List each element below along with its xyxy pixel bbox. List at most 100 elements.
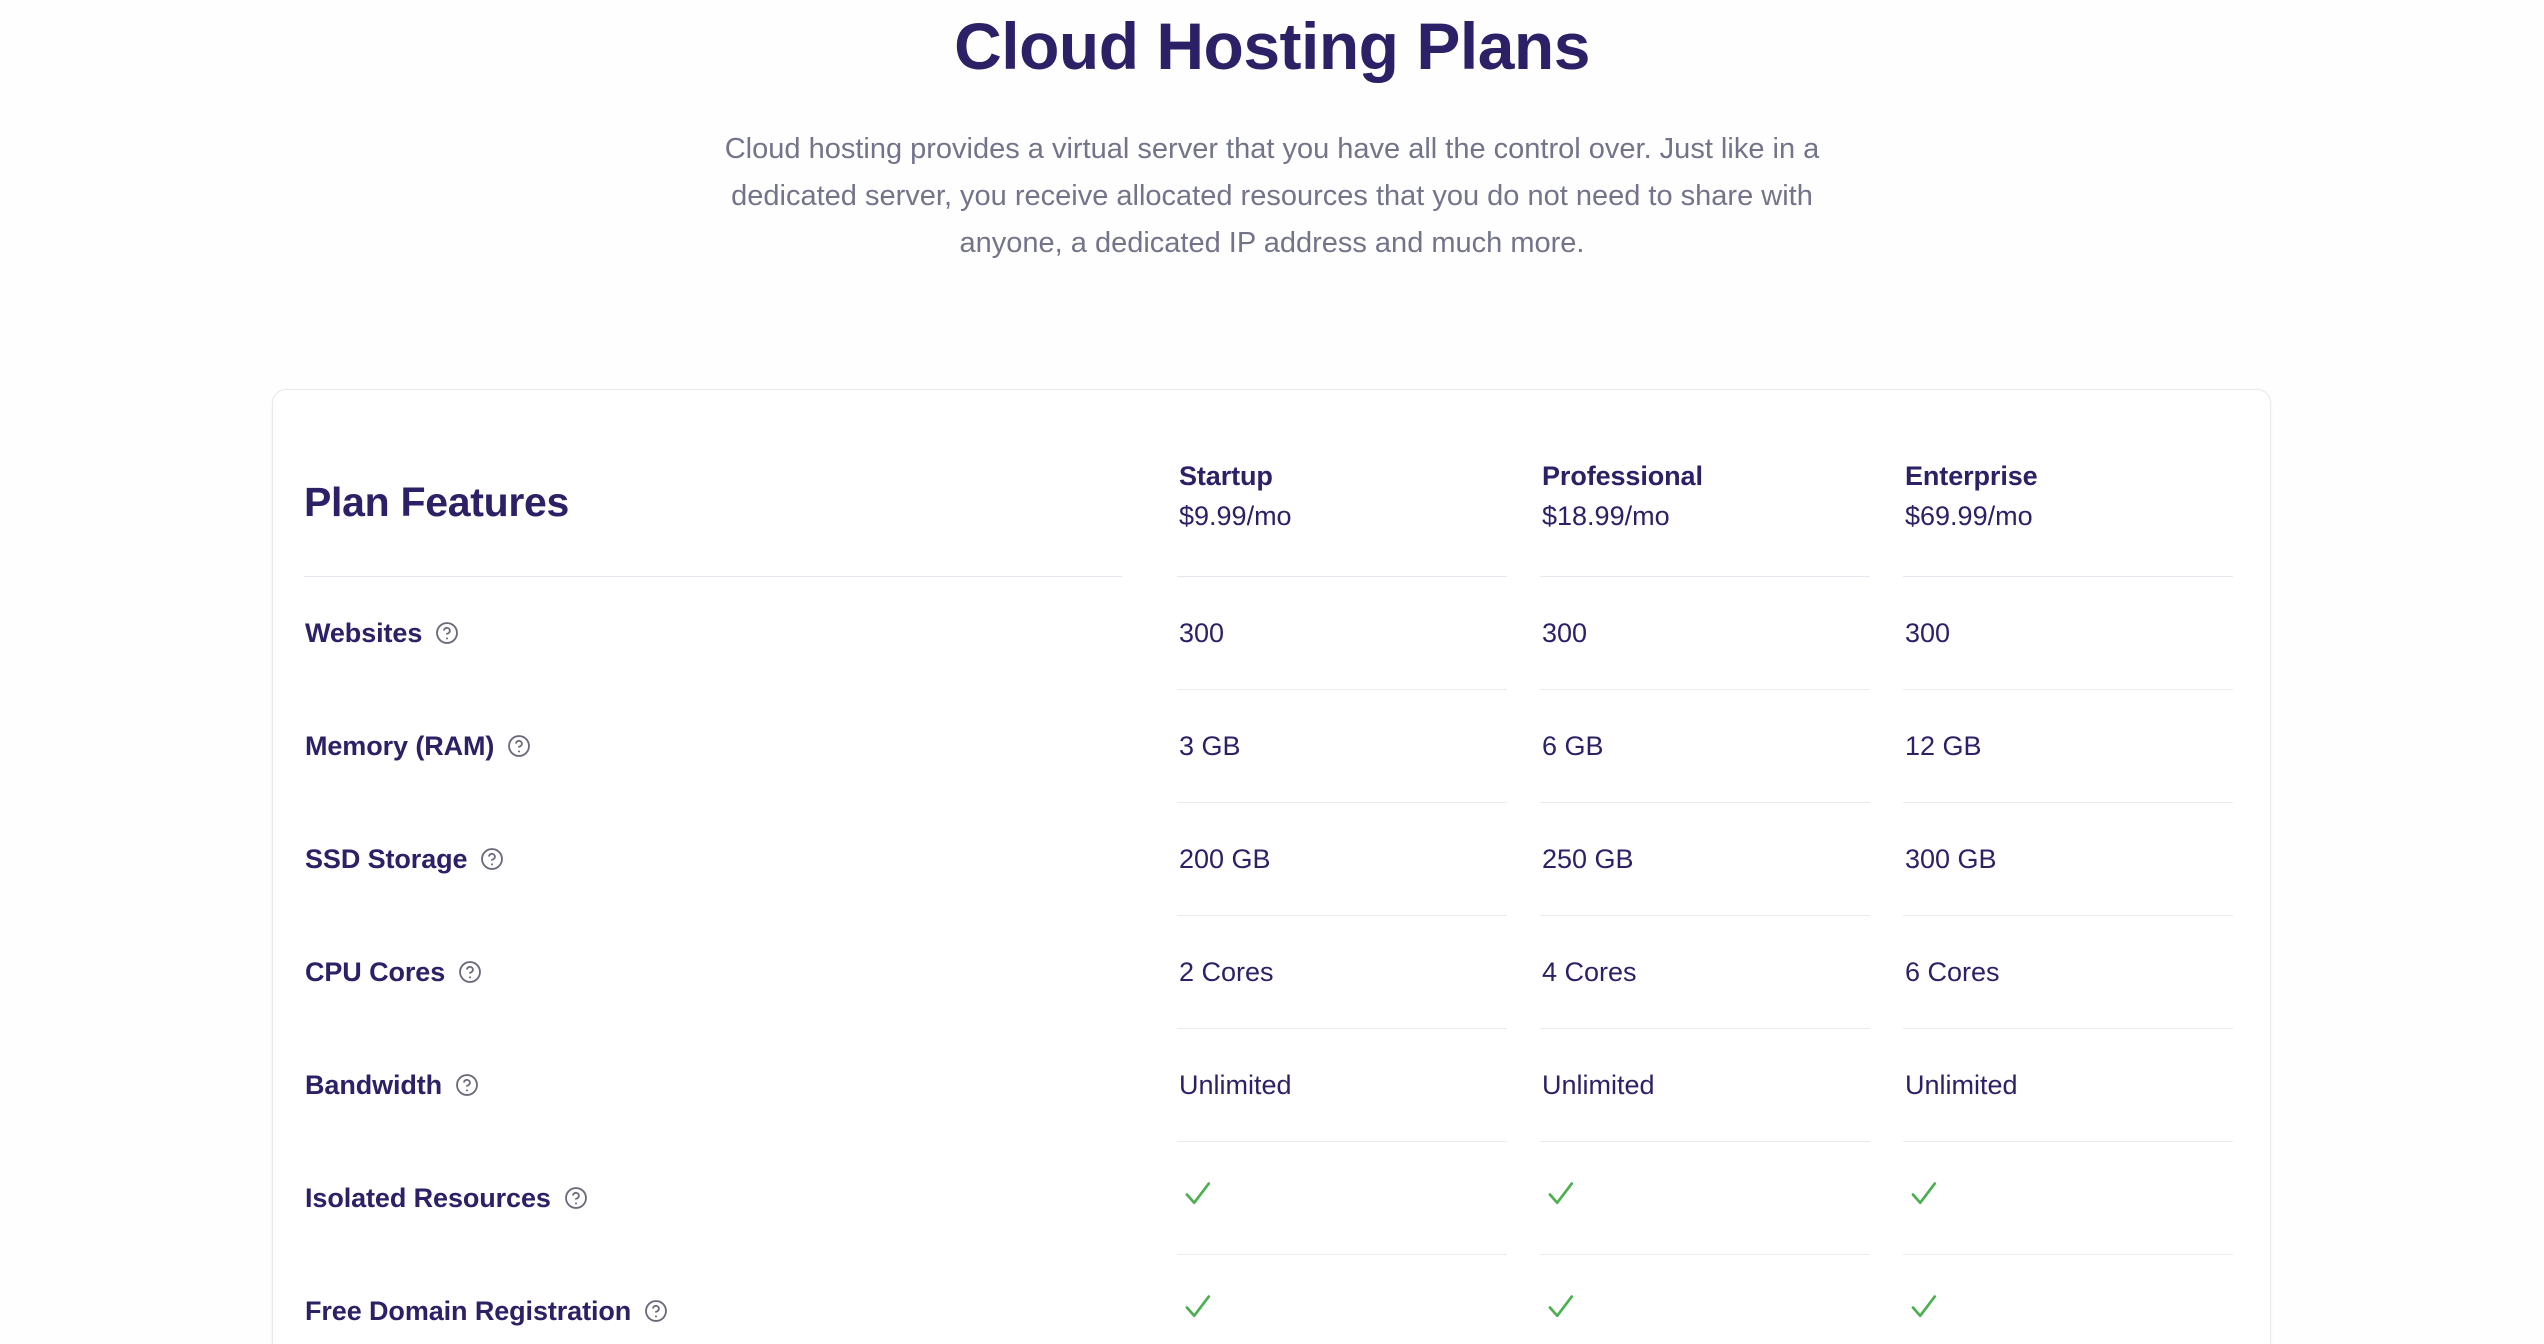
divider-segment <box>1903 1254 2233 1255</box>
feature-label-cell: Memory (RAM) <box>304 731 1177 762</box>
divider-segment <box>1177 1028 1507 1029</box>
feature-value: 300 <box>1542 617 1588 648</box>
feature-value-cell: 300 <box>1540 617 1903 649</box>
page-title: Cloud Hosting Plans <box>954 9 1590 83</box>
table-row: CPU Cores 2 Cores 4 Cores 6 Cores <box>304 916 2240 1028</box>
divider-segment <box>1177 1141 1507 1142</box>
feature-value: Unlimited <box>1179 1069 1292 1100</box>
plan-name: Professional <box>1542 461 1703 491</box>
divider-segment <box>1540 915 1870 916</box>
check-icon <box>1542 1177 1578 1211</box>
feature-value-cell: 250 GB <box>1540 843 1903 875</box>
question-circle-icon[interactable] <box>434 620 460 646</box>
table-row: Bandwidth Unlimited Unlimited Unlimited <box>304 1029 2240 1141</box>
plan-price: $18.99/mo <box>1542 501 1670 532</box>
plan-price: $9.99/mo <box>1179 501 1292 532</box>
table-row: Memory (RAM) 3 GB 6 GB 12 GB <box>304 690 2240 802</box>
row-divider <box>304 1028 2240 1029</box>
plan-column-professional[interactable]: Professional $18.99/mo <box>1540 460 1903 533</box>
feature-value-cell: 3 GB <box>1177 730 1540 762</box>
check-icon <box>1905 1290 1941 1324</box>
feature-value-cell: 12 GB <box>1903 730 2233 762</box>
divider-gap <box>304 689 1177 690</box>
feature-label-cell: Websites <box>304 618 1177 649</box>
divider-segment <box>1177 689 1507 690</box>
feature-value-cell: 200 GB <box>1177 843 1540 875</box>
feature-value-cell: 300 <box>1903 617 2233 649</box>
divider-segment <box>1540 576 1870 577</box>
divider-segment <box>1540 1028 1870 1029</box>
feature-value-cell: 4 Cores <box>1540 956 1903 988</box>
feature-value: 4 Cores <box>1542 956 1637 987</box>
feature-value: 6 Cores <box>1905 956 2000 987</box>
feature-label-cell: Bandwidth <box>304 1070 1177 1101</box>
feature-label: Websites <box>305 617 423 648</box>
feature-label-cell: CPU Cores <box>304 957 1177 988</box>
hero-section: Cloud Hosting Plans Cloud hosting provid… <box>0 0 2544 267</box>
feature-value: 250 GB <box>1542 843 1634 874</box>
divider-segment <box>1903 1141 2233 1142</box>
feature-label-cell: Isolated Resources <box>304 1183 1177 1214</box>
feature-value-cell: 2 Cores <box>1177 956 1540 988</box>
feature-value-cell <box>1903 1177 2233 1218</box>
divider-segment <box>1177 1254 1507 1255</box>
feature-value-cell <box>1903 1290 2233 1331</box>
question-circle-icon[interactable] <box>563 1185 589 1211</box>
feature-value: 300 GB <box>1905 843 1997 874</box>
table-header-row: Plan Features Startup $9.99/mo Professio… <box>304 390 2240 576</box>
feature-value: 3 GB <box>1179 730 1241 761</box>
row-divider <box>304 915 2240 916</box>
question-circle-icon[interactable] <box>454 1072 480 1098</box>
page-description: Cloud hosting provides a virtual server … <box>724 132 1820 259</box>
divider-segment <box>1903 802 2233 803</box>
table-row: SSD Storage 200 GB 250 GB 300 GB <box>304 803 2240 915</box>
feature-value-cell: Unlimited <box>1540 1069 1903 1101</box>
check-icon <box>1179 1290 1215 1324</box>
plan-column-startup[interactable]: Startup $9.99/mo <box>1177 460 1540 533</box>
page-root: Cloud Hosting Plans Cloud hosting provid… <box>0 0 2544 1344</box>
feature-label: Memory (RAM) <box>305 730 495 761</box>
divider-segment <box>1540 689 1870 690</box>
table-row: Free Domain Registration <box>304 1255 2240 1344</box>
feature-value-cell: 300 <box>1177 617 1540 649</box>
divider-segment <box>1177 915 1507 916</box>
divider-segment <box>1177 576 1507 577</box>
feature-value-cell <box>1177 1177 1540 1218</box>
divider-segment <box>1540 1254 1870 1255</box>
feature-value: Unlimited <box>1905 1069 2018 1100</box>
divider-gap <box>304 915 1177 916</box>
plan-features-heading: Plan Features <box>304 479 569 525</box>
row-divider <box>304 1254 2240 1255</box>
plan-column-enterprise[interactable]: Enterprise $69.99/mo <box>1903 460 2233 533</box>
table-row: Isolated Resources <box>304 1142 2240 1254</box>
feature-value-cell <box>1540 1177 1903 1218</box>
feature-label-cell: Free Domain Registration <box>304 1296 1177 1327</box>
divider-segment <box>1540 802 1870 803</box>
feature-value: 2 Cores <box>1179 956 1274 987</box>
feature-value: 200 GB <box>1179 843 1271 874</box>
plans-comparison-card: Plan Features Startup $9.99/mo Professio… <box>272 389 2271 1344</box>
check-icon <box>1905 1177 1941 1211</box>
check-icon <box>1179 1177 1215 1211</box>
feature-value-cell: Unlimited <box>1177 1069 1540 1101</box>
question-circle-icon[interactable] <box>457 959 483 985</box>
feature-label: Free Domain Registration <box>305 1295 632 1326</box>
row-divider <box>304 802 2240 803</box>
divider-segment <box>1903 915 2233 916</box>
divider-segment <box>1540 1141 1870 1142</box>
feature-value-cell: 6 GB <box>1540 730 1903 762</box>
plan-name: Startup <box>1179 461 1273 491</box>
feature-value: 300 <box>1905 617 1951 648</box>
feature-value: 6 GB <box>1542 730 1604 761</box>
divider-segment <box>1903 1028 2233 1029</box>
question-circle-icon[interactable] <box>506 733 532 759</box>
feature-label: Isolated Resources <box>305 1182 551 1213</box>
table-row: Websites 300 300 300 <box>304 577 2240 689</box>
feature-label: Bandwidth <box>305 1069 443 1100</box>
feature-value: 12 GB <box>1905 730 1982 761</box>
question-circle-icon[interactable] <box>643 1298 669 1324</box>
plan-name: Enterprise <box>1905 461 2038 491</box>
question-circle-icon[interactable] <box>479 846 505 872</box>
divider-segment <box>304 576 1122 577</box>
row-divider <box>304 1141 2240 1142</box>
